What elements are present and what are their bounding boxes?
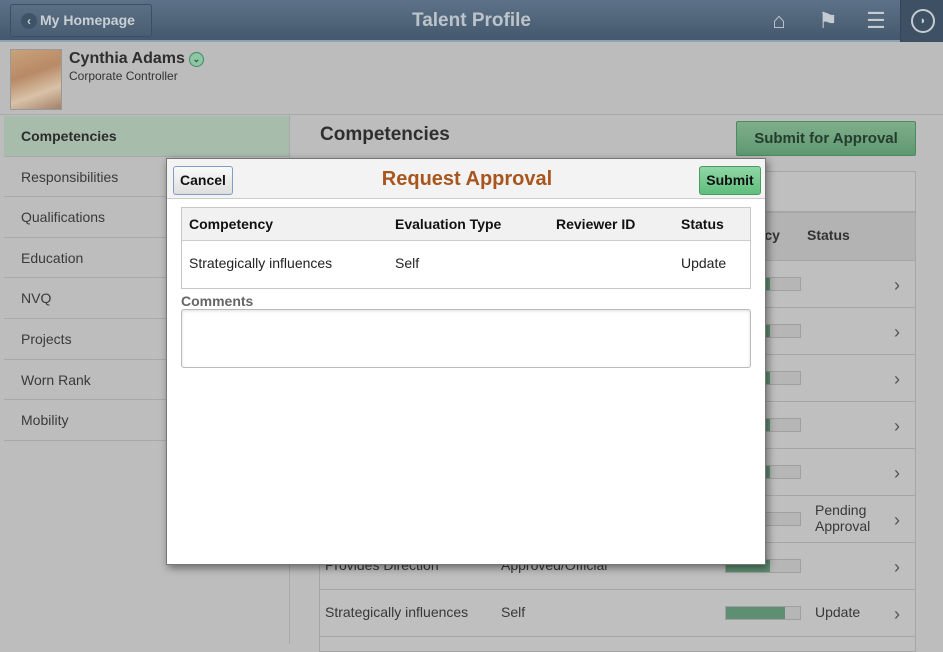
chevron-right-icon[interactable]: ›	[894, 510, 900, 531]
chevron-right-icon[interactable]: ›	[894, 463, 900, 484]
modal-title: Request Approval	[381, 168, 553, 190]
chevron-right-icon[interactable]: ›	[894, 322, 900, 343]
submit-button[interactable]: Submit	[699, 166, 761, 195]
modal-header: Request Approval Cancel Submit	[167, 159, 765, 199]
table-row[interactable]: Strategically influences Self Update ›	[320, 590, 915, 637]
top-bar: ‹ My Homepage Talent Profile ⌂ ⚑ ☰ ◗	[0, 0, 943, 42]
row-evaluation-type: Self	[501, 604, 526, 620]
header-status: Status	[681, 216, 724, 232]
menu-icon[interactable]: ☰	[863, 8, 889, 34]
cell-status: Update	[681, 255, 727, 271]
profile-name: Cynthia Adams	[69, 50, 185, 67]
navbar-button[interactable]: ◗	[900, 0, 943, 42]
table-header: Competency Evaluation Type Reviewer ID S…	[182, 208, 750, 241]
chevron-right-icon[interactable]: ›	[894, 416, 900, 437]
home-icon[interactable]: ⌂	[766, 8, 792, 34]
profile-header: Cynthia Adams ⌄ Corporate Controller	[0, 44, 943, 115]
avatar	[10, 49, 62, 110]
proficiency-fill	[726, 607, 786, 619]
flag-icon[interactable]: ⚑	[815, 8, 841, 34]
comments-label: Comments	[181, 293, 254, 309]
header-status: Status	[807, 227, 850, 243]
table-row: Strategically influences Self Update	[182, 241, 750, 288]
sidebar-item-competencies[interactable]: Competencies	[4, 116, 289, 157]
cancel-button[interactable]: Cancel	[173, 166, 233, 195]
row-status: Update	[815, 604, 861, 620]
chevron-down-icon[interactable]: ⌄	[188, 52, 204, 67]
profile-role: Corporate Controller	[69, 69, 178, 83]
row-status: Pending Approval	[815, 502, 871, 534]
row-competency: Strategically influences	[325, 604, 469, 620]
cell-competency: Strategically influences	[189, 255, 333, 271]
chevron-right-icon[interactable]: ›	[894, 275, 900, 296]
cell-evaluation-type: Self	[395, 255, 420, 271]
navbar-compass-icon: ◗	[911, 9, 935, 33]
proficiency-bar	[725, 606, 801, 620]
chevron-right-icon[interactable]: ›	[894, 604, 900, 625]
header-evaluation-type: Evaluation Type	[395, 216, 502, 232]
header-reviewer-id: Reviewer ID	[556, 216, 636, 232]
submit-for-approval-button[interactable]: Submit for Approval	[736, 121, 916, 156]
chevron-right-icon[interactable]: ›	[894, 369, 900, 390]
approval-table: Competency Evaluation Type Reviewer ID S…	[181, 207, 751, 289]
header-competency: Competency	[189, 216, 274, 232]
chevron-right-icon[interactable]: ›	[894, 557, 900, 578]
section-title: Competencies	[320, 124, 450, 145]
comments-input[interactable]	[181, 309, 751, 368]
page-title: Talent Profile	[412, 10, 531, 31]
request-approval-modal: Request Approval Cancel Submit Competenc…	[166, 158, 766, 565]
